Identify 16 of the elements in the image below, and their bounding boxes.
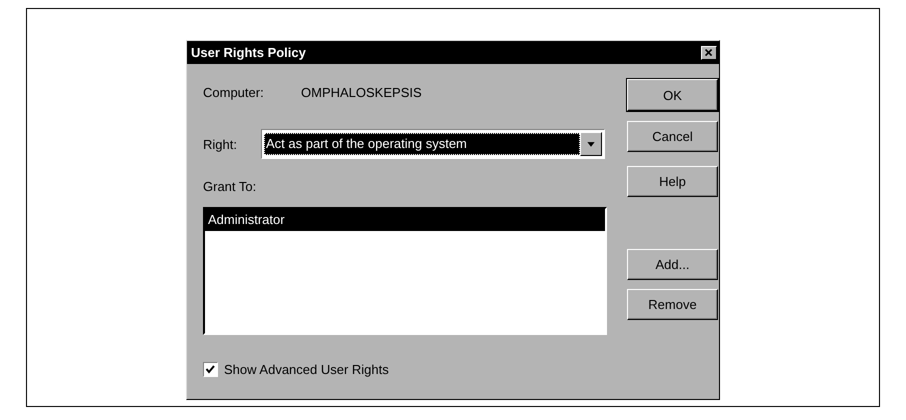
list-button[interactable]: Remove	[627, 289, 718, 320]
window-title: User Rights Policy	[191, 45, 306, 60]
computer-name: OMPHALOSKEPSIS	[301, 84, 422, 100]
dialog-button[interactable]: OK	[627, 79, 718, 111]
computer-label: Computer:	[203, 84, 265, 100]
right-label: Right:	[203, 136, 238, 152]
checkbox[interactable]	[203, 362, 218, 376]
list-button[interactable]: Add...	[627, 249, 718, 280]
grant-to-label: Grant To:	[203, 178, 258, 196]
right-dropdown[interactable]: Act as part of the operating system	[261, 129, 605, 159]
close-icon[interactable]	[701, 46, 717, 60]
checkbox-label[interactable]: Show Advanced User Rights	[224, 362, 389, 376]
dialog-button[interactable]: Help	[627, 166, 718, 197]
grant-to-list[interactable]: Administrator	[203, 207, 607, 335]
list-item[interactable]: Administrator	[205, 209, 605, 231]
dialog-button[interactable]: Cancel	[627, 121, 718, 152]
